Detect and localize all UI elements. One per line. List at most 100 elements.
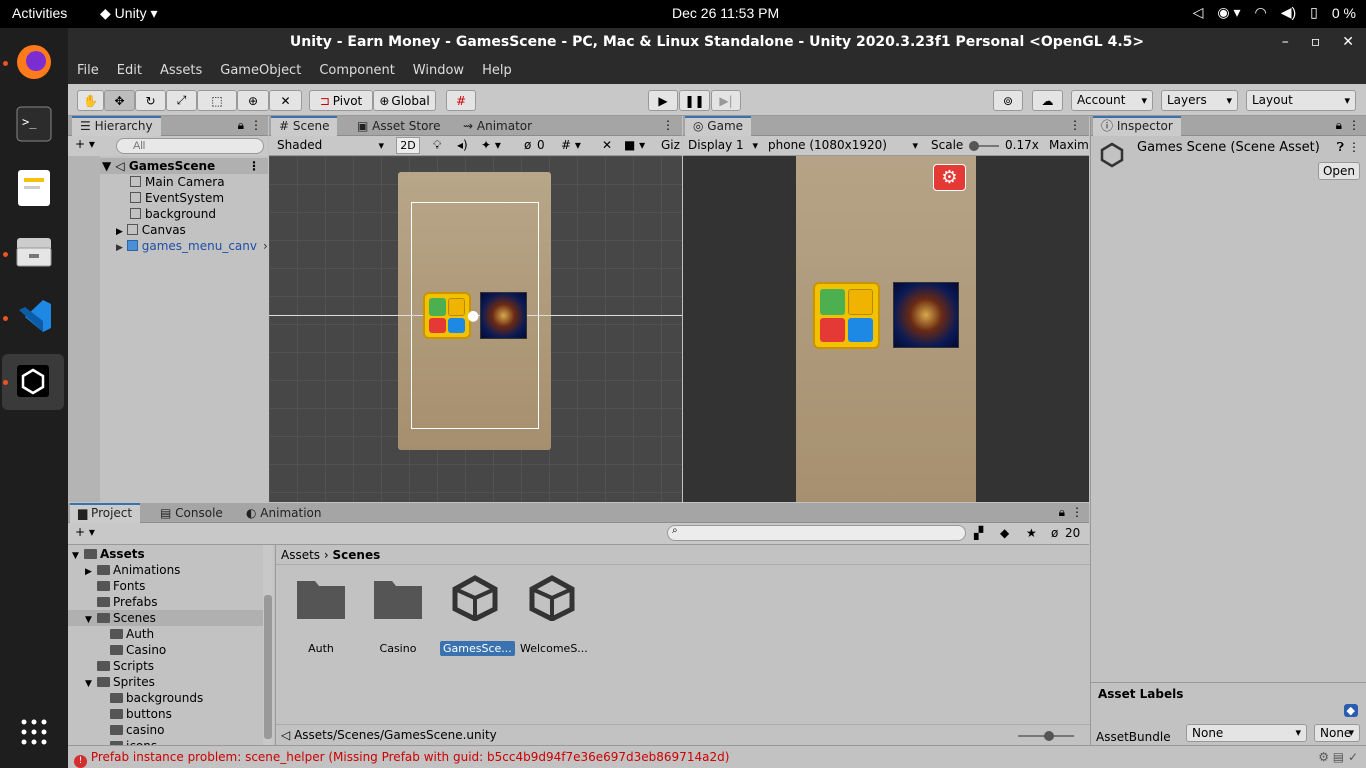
tab-scene[interactable]: # Scene [271, 116, 338, 136]
create-button[interactable]: + ▾ [75, 525, 95, 539]
clock[interactable]: Dec 26 11:53 PM [672, 5, 779, 21]
terminal-icon[interactable]: >_ [10, 100, 58, 148]
text-editor-icon[interactable] [10, 164, 58, 212]
hierarchy-item-prefab[interactable]: ▶ games_menu_canv › [116, 238, 268, 254]
tools-icon[interactable]: ✕ [602, 138, 612, 152]
folder-tree-item[interactable]: Scripts [68, 658, 263, 674]
activities-button[interactable]: Activities [12, 5, 67, 21]
rotate-tool-button[interactable]: ↻ [135, 90, 166, 111]
hierarchy-item[interactable]: Main Camera [130, 174, 225, 190]
minimize-button[interactable]: – [1282, 28, 1289, 56]
folder-tree-item[interactable]: ▶ Animations [68, 562, 263, 578]
panel-menu-icon[interactable]: ⋮ [1069, 118, 1081, 132]
folder-tree-item[interactable]: buttons [68, 706, 263, 722]
system-tray[interactable]: ◁ ◉ ▾ ◠ ◀) ▯ 0 % [1193, 4, 1356, 21]
folder-tree-item[interactable]: ▼ Sprites [68, 674, 263, 690]
pivot-toggle[interactable]: ⊐ Pivot [309, 90, 373, 111]
project-search-input[interactable]: ⌕ [667, 525, 966, 541]
shading-dropdown[interactable]: Shaded [272, 136, 389, 155]
menu-component[interactable]: Component [319, 63, 394, 78]
tab-asset-store[interactable]: ▣ Asset Store [349, 116, 449, 136]
hidden-packages-icon[interactable]: ø [1051, 526, 1058, 540]
accessibility-icon[interactable]: ◉ ▾ [1217, 4, 1240, 21]
rect-tool-button[interactable]: ⬚ [197, 90, 237, 111]
tab-project[interactable]: ▆ Project [70, 503, 141, 523]
assetbundle-variant-dropdown[interactable]: None [1314, 724, 1360, 742]
tree-scrollbar-thumb[interactable] [264, 595, 272, 739]
lock-icon[interactable]: 🔒︎ [238, 118, 244, 133]
folder-asset[interactable]: Casino [363, 575, 433, 656]
expand-arrow-icon[interactable]: ▶ [116, 243, 123, 253]
layers-dropdown[interactable]: Layers [1161, 90, 1238, 111]
panel-menu-icon[interactable]: ⋮ [250, 118, 262, 132]
lock-icon[interactable]: 🔒︎ [1336, 118, 1342, 133]
layout-dropdown[interactable]: Layout [1246, 90, 1356, 111]
scale-slider-handle[interactable] [969, 141, 979, 151]
2d-toggle[interactable]: 2D [396, 137, 420, 154]
create-button[interactable]: + ▾ [75, 137, 95, 151]
scene-asset[interactable]: WelcomeS... [517, 575, 588, 656]
unity-tray-icon[interactable]: ◁ [1193, 4, 1204, 21]
icon-size-slider[interactable] [1018, 731, 1074, 741]
menu-file[interactable]: File [77, 63, 99, 78]
breadcrumb-assets[interactable]: Assets [281, 548, 320, 562]
hierarchy-item[interactable]: EventSystem [130, 190, 224, 206]
scene-asset[interactable]: GamesSce... [440, 575, 515, 656]
expand-arrow-icon[interactable]: ▼ [102, 159, 111, 173]
tab-animator[interactable]: ⇝ Animator [455, 116, 540, 136]
play-button[interactable]: ▶ [648, 90, 678, 111]
menu-window[interactable]: Window [413, 63, 464, 78]
folder-tree-item[interactable]: backgrounds [68, 690, 263, 706]
tree-scrollbar[interactable] [263, 545, 273, 745]
window-titlebar[interactable]: Unity - Earn Money - GamesScene - PC, Ma… [68, 28, 1366, 56]
lighting-icon[interactable]: 💡︎ [433, 138, 441, 153]
icon-size-slider-handle[interactable] [1044, 731, 1054, 741]
open-button[interactable]: Open [1318, 162, 1360, 180]
maximize-on-play-toggle[interactable]: Maximi [1049, 138, 1092, 152]
folder-tree-item[interactable]: Fonts [68, 578, 263, 594]
folder-tree-item[interactable]: casino [68, 722, 263, 738]
scene-row[interactable]: ▼ ◁ GamesScene ⋮ [100, 158, 268, 174]
resolution-dropdown[interactable]: phone (1080x1920) [763, 136, 923, 155]
favorites-icon[interactable]: ★ [1026, 526, 1037, 540]
display-dropdown[interactable]: Display 1 [683, 136, 763, 155]
casino-game-icon[interactable] [480, 292, 527, 339]
maximize-button[interactable]: ▫ [1311, 28, 1321, 56]
breadcrumb-scenes[interactable]: Scenes [333, 548, 381, 562]
unity-dock-item[interactable] [2, 354, 64, 410]
assetbundle-dropdown[interactable]: None [1186, 724, 1307, 742]
menu-assets[interactable]: Assets [160, 63, 202, 78]
transform-tool-button[interactable]: ⊕ [237, 90, 269, 111]
folder-tree-item[interactable]: icons [68, 738, 263, 745]
move-gizmo-icon[interactable]: ● [467, 308, 479, 324]
hierarchy-item[interactable]: background [130, 206, 216, 222]
vscode-icon[interactable] [10, 292, 58, 340]
menu-gameobject[interactable]: GameObject [220, 63, 301, 78]
grid-toggle-icon[interactable]: # ▾ [561, 138, 581, 152]
folder-asset[interactable]: Auth [286, 575, 356, 656]
status-tray-icons[interactable]: ⚙ ▤ ✓ [1318, 746, 1358, 768]
settings-gear-icon[interactable]: ⚙ [933, 164, 966, 191]
search-by-type-icon[interactable]: ▞ [974, 526, 983, 540]
hierarchy-item[interactable]: ▶ Canvas [116, 222, 186, 238]
panel-menu-icon[interactable]: ⋮ [1071, 505, 1083, 519]
files-icon[interactable] [10, 228, 58, 276]
scale-slider[interactable] [969, 141, 999, 151]
menu-help[interactable]: Help [482, 63, 512, 78]
help-icon[interactable]: ❓︎ [1337, 140, 1344, 155]
folder-tree-item[interactable]: ▼ Assets [68, 546, 263, 562]
folder-tree-item[interactable]: Casino [68, 642, 263, 658]
panel-menu-icon[interactable]: ⋮ [662, 118, 674, 132]
collab-button[interactable]: ⊚ [993, 90, 1023, 111]
ludo-game-button[interactable] [813, 282, 880, 349]
status-bar[interactable]: ! Prefab instance problem: scene_helper … [68, 745, 1366, 768]
folder-tree-item[interactable]: Prefabs [68, 594, 263, 610]
scale-tool-button[interactable]: ⤢ [166, 90, 197, 111]
hierarchy-search-input[interactable] [116, 138, 264, 154]
expand-arrow-icon[interactable]: ▶ [116, 227, 123, 237]
settings-menu-icon[interactable]: ⋮ [1348, 140, 1360, 154]
folder-tree-item[interactable]: ▼ Scenes [68, 610, 263, 626]
scene-viewport[interactable]: ● [269, 156, 682, 502]
close-button[interactable]: ✕ [1342, 28, 1354, 56]
scene-menu-icon[interactable]: ⋮ [248, 158, 260, 174]
